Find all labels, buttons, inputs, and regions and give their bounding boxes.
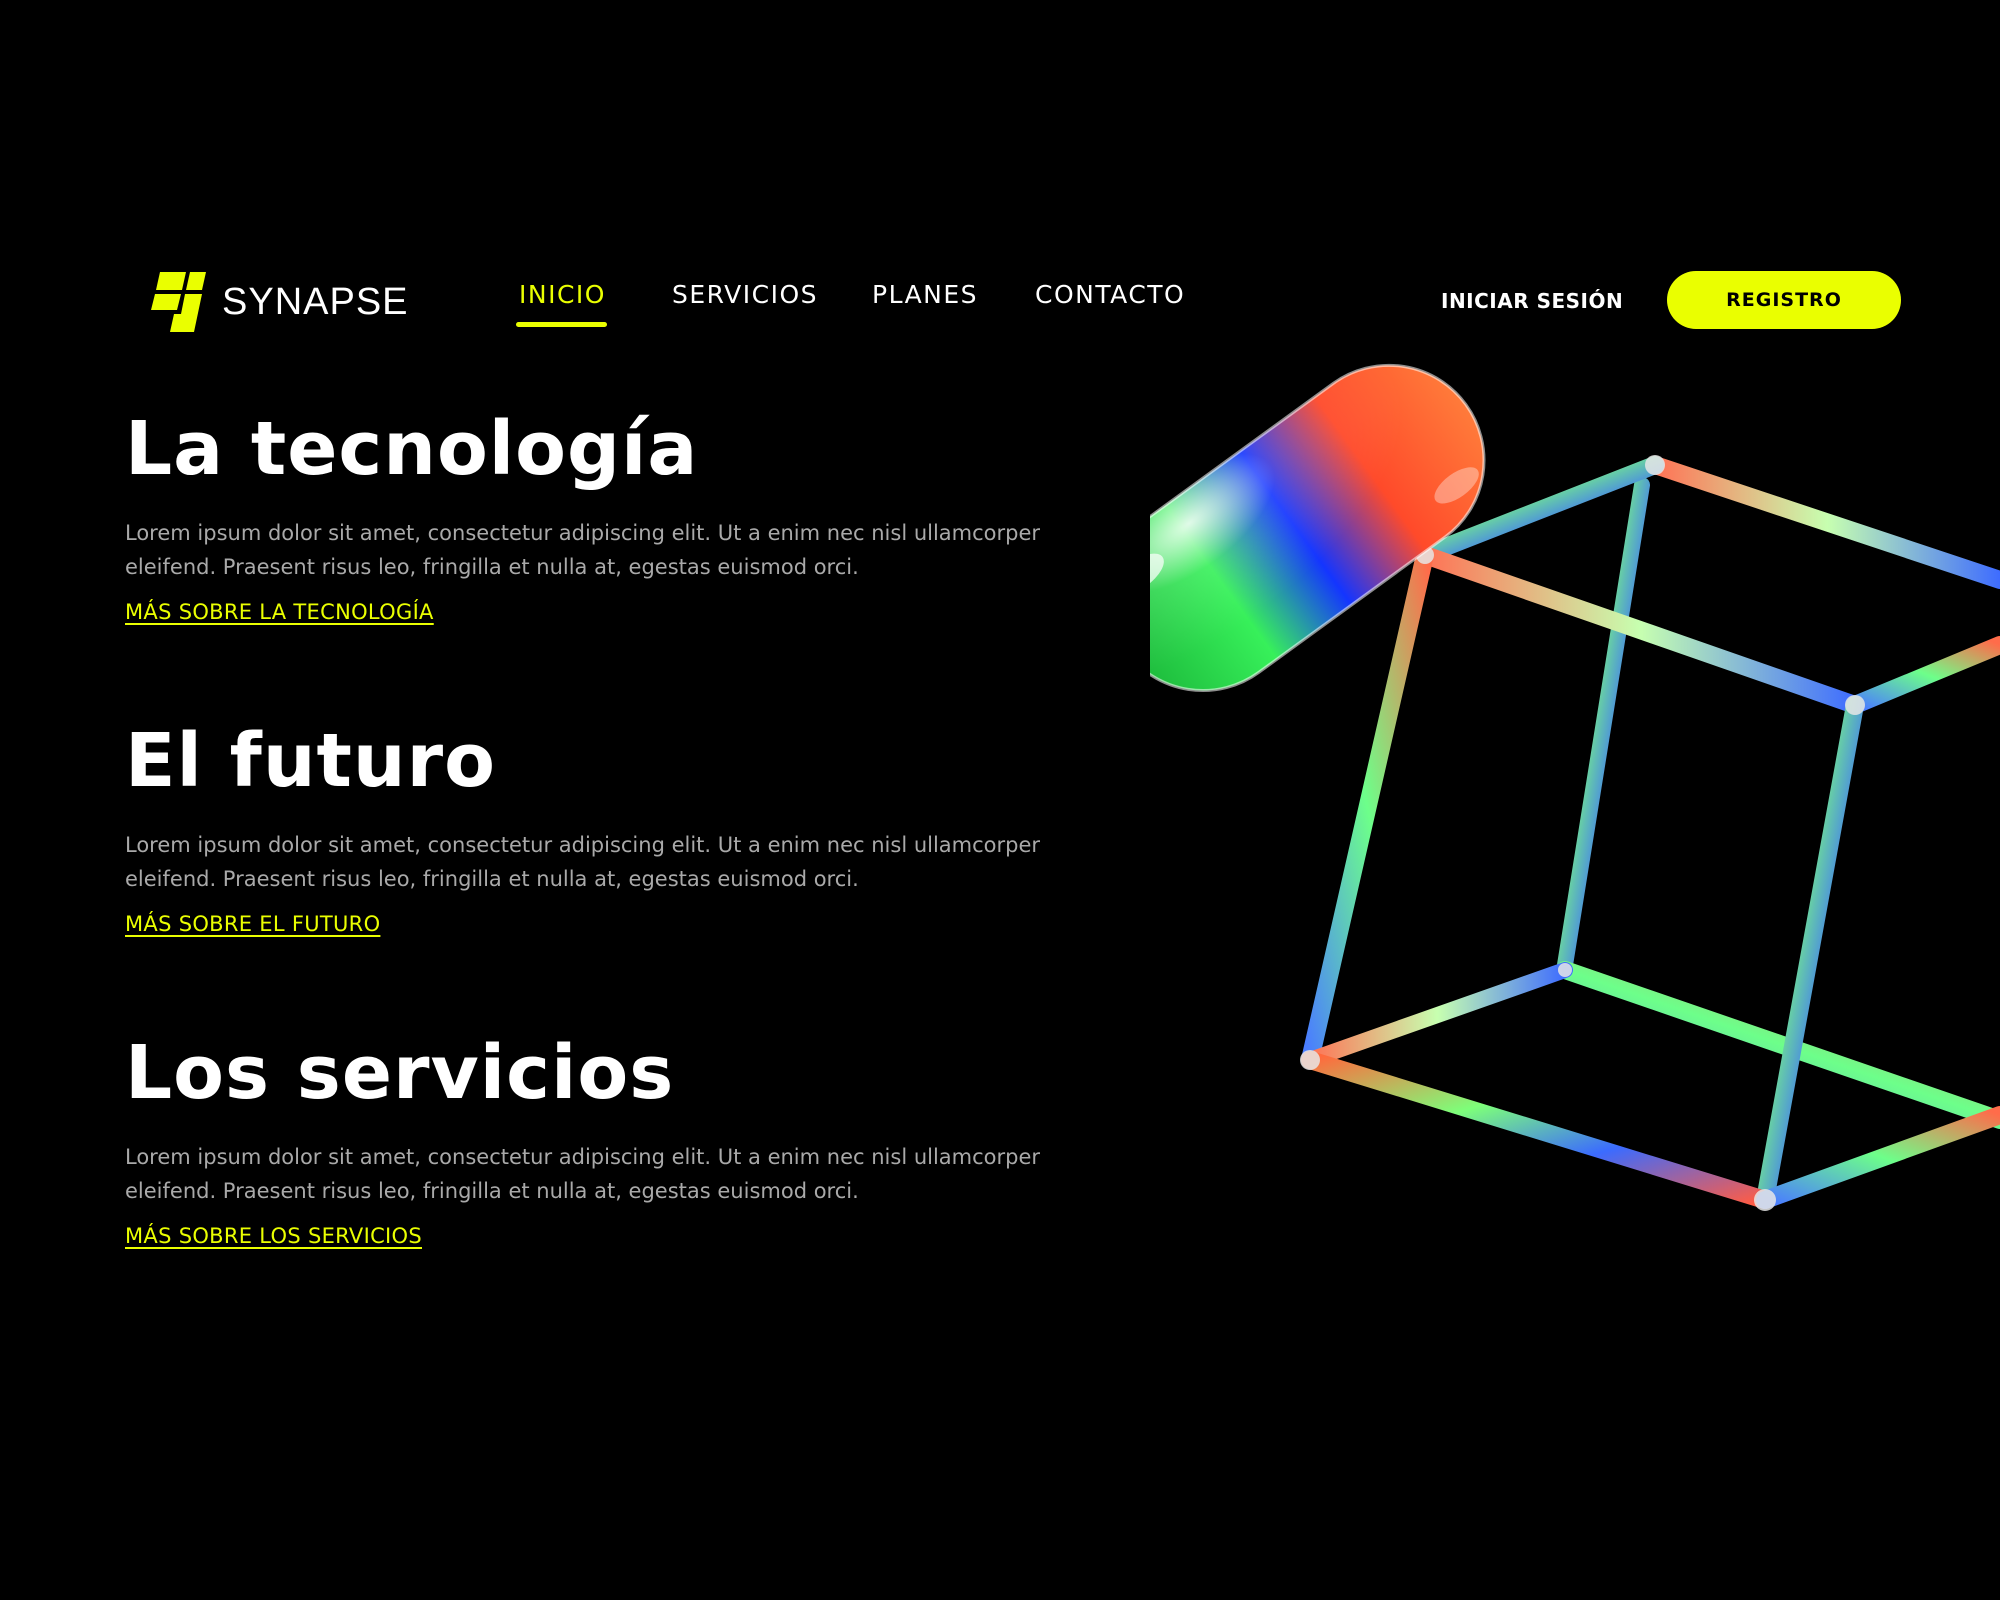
section-link-technology[interactable]: MÁS SOBRE LA TECNOLOGÍA (125, 600, 434, 624)
section-link-services[interactable]: MÁS SOBRE LOS SERVICIOS (125, 1224, 422, 1248)
nav-item-inicio[interactable]: INICIO (519, 280, 606, 309)
section-title: Los servicios (125, 1030, 675, 1116)
section-future: El futuro Lorem ipsum dolor sit amet, co… (125, 724, 1065, 936)
nav-item-contacto[interactable]: CONTACTO (1035, 280, 1185, 309)
nav-item-servicios[interactable]: SERVICIOS (672, 280, 818, 309)
login-link[interactable]: INICIAR SESIÓN (1441, 289, 1623, 313)
glass-cube-capsule-illustration (1150, 363, 2000, 1211)
section-technology: La tecnología Lorem ipsum dolor sit amet… (125, 412, 1065, 624)
section-services: Los servicios Lorem ipsum dolor sit amet… (125, 1036, 1065, 1248)
section-body: Lorem ipsum dolor sit amet, consectetur … (125, 521, 1041, 579)
landing-page: SYNAPSE INICIO SERVICIOS PLANES CONTACTO… (0, 0, 2000, 1600)
section-title: La tecnología (125, 406, 699, 492)
section-title: El futuro (125, 718, 496, 804)
section-link-future[interactable]: MÁS SOBRE EL FUTURO (125, 912, 380, 936)
section-body: Lorem ipsum dolor sit amet, consectetur … (125, 833, 1041, 891)
register-button[interactable]: REGISTRO (1667, 271, 1901, 329)
section-body: Lorem ipsum dolor sit amet, consectetur … (125, 1145, 1041, 1203)
active-nav-indicator (516, 322, 607, 327)
nav-item-planes[interactable]: PLANES (872, 280, 978, 309)
